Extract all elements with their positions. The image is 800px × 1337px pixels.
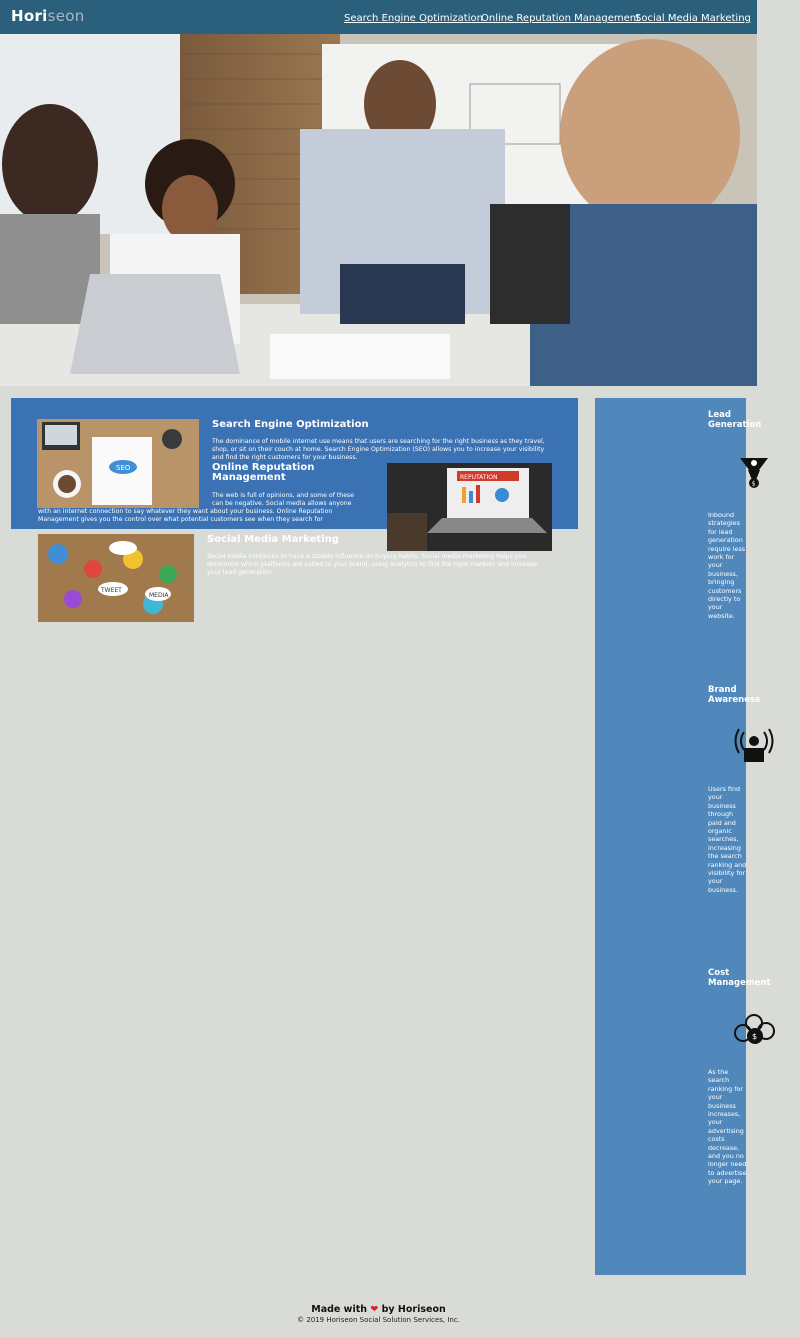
svg-text:SEO: SEO xyxy=(116,464,131,472)
lead-title-line-1: Lead xyxy=(708,410,732,420)
lead-generation-icon: $ xyxy=(740,458,768,488)
svg-text:TWEET: TWEET xyxy=(100,587,122,594)
orm-body-line-2: can be negative. Social media allows any… xyxy=(212,500,352,507)
horiseon-logo[interactable]: Horiseon xyxy=(11,7,85,25)
cost-management-body: As the search ranking for your business … xyxy=(708,1068,747,1186)
smm-image: TWEET MEDIA xyxy=(38,534,194,622)
smm-title: Social Media Marketing xyxy=(207,534,339,545)
nav-link-orm[interactable]: Online Reputation Management xyxy=(481,13,640,24)
footer-made-with: Made with ❤ by Horiseon xyxy=(0,1304,757,1315)
logo-part-2: seon xyxy=(47,7,85,25)
orm-body-line-3: with an internet connection to say whate… xyxy=(38,508,333,515)
orm-body-line-1: The web is full of opinions, and some of… xyxy=(212,492,355,499)
cost-title-line-1: Cost xyxy=(708,968,730,978)
svg-text:$: $ xyxy=(752,1032,757,1041)
cost-title-line-2: Management xyxy=(708,978,771,988)
lead-title-line-2: Generation xyxy=(708,420,762,430)
orm-body-line-4: Management gives you the control over wh… xyxy=(38,516,323,523)
brand-awareness-title: Brand Awareness xyxy=(708,685,760,705)
benefits-sidebar: Lead Generation $ Inbound strategies for… xyxy=(595,398,775,1275)
hero-image xyxy=(0,34,757,386)
footer-copyright: © 2019 Horiseon Social Solution Services… xyxy=(297,1316,460,1324)
nav-link-seo[interactable]: Search Engine Optimization xyxy=(344,13,483,24)
brand-title-line-2: Awareness xyxy=(708,695,761,705)
svg-text:REPUTATION: REPUTATION xyxy=(460,474,497,481)
lead-generation-body: Inbound strategies for lead generation r… xyxy=(708,511,746,620)
cost-management-icon: $ xyxy=(734,1014,775,1044)
cost-management-title: Cost Management xyxy=(708,968,771,988)
footer-made-suffix: by Horiseon xyxy=(381,1304,446,1315)
lead-generation-title: Lead Generation xyxy=(708,410,761,430)
svg-text:$: $ xyxy=(752,481,756,488)
orm-title-line-2: Management xyxy=(212,472,286,483)
nav-link-smm[interactable]: Social Media Marketing xyxy=(635,13,751,24)
brand-title-line-1: Brand xyxy=(708,685,737,695)
seo-title: Search Engine Optimization xyxy=(212,419,369,430)
seo-body: The dominance of mobile internet use mea… xyxy=(212,438,545,461)
orm-title: Online Reputation Management xyxy=(212,463,314,483)
brand-awareness-body: Users find your business through paid an… xyxy=(708,785,747,894)
heart-icon: ❤ xyxy=(370,1304,379,1315)
seo-image: SEO xyxy=(37,419,199,508)
brand-awareness-icon xyxy=(734,728,774,762)
svg-text:MEDIA: MEDIA xyxy=(149,592,169,599)
footer-made-prefix: Made with xyxy=(311,1304,368,1315)
hero-photo-team-meeting xyxy=(0,34,757,386)
orm-image: REPUTATION xyxy=(387,463,552,551)
logo-part-1: Hori xyxy=(11,7,48,25)
site-header: Horiseon Search Engine Optimization Onli… xyxy=(0,0,757,34)
smm-body: Social media continues to have a sizable… xyxy=(207,553,538,576)
